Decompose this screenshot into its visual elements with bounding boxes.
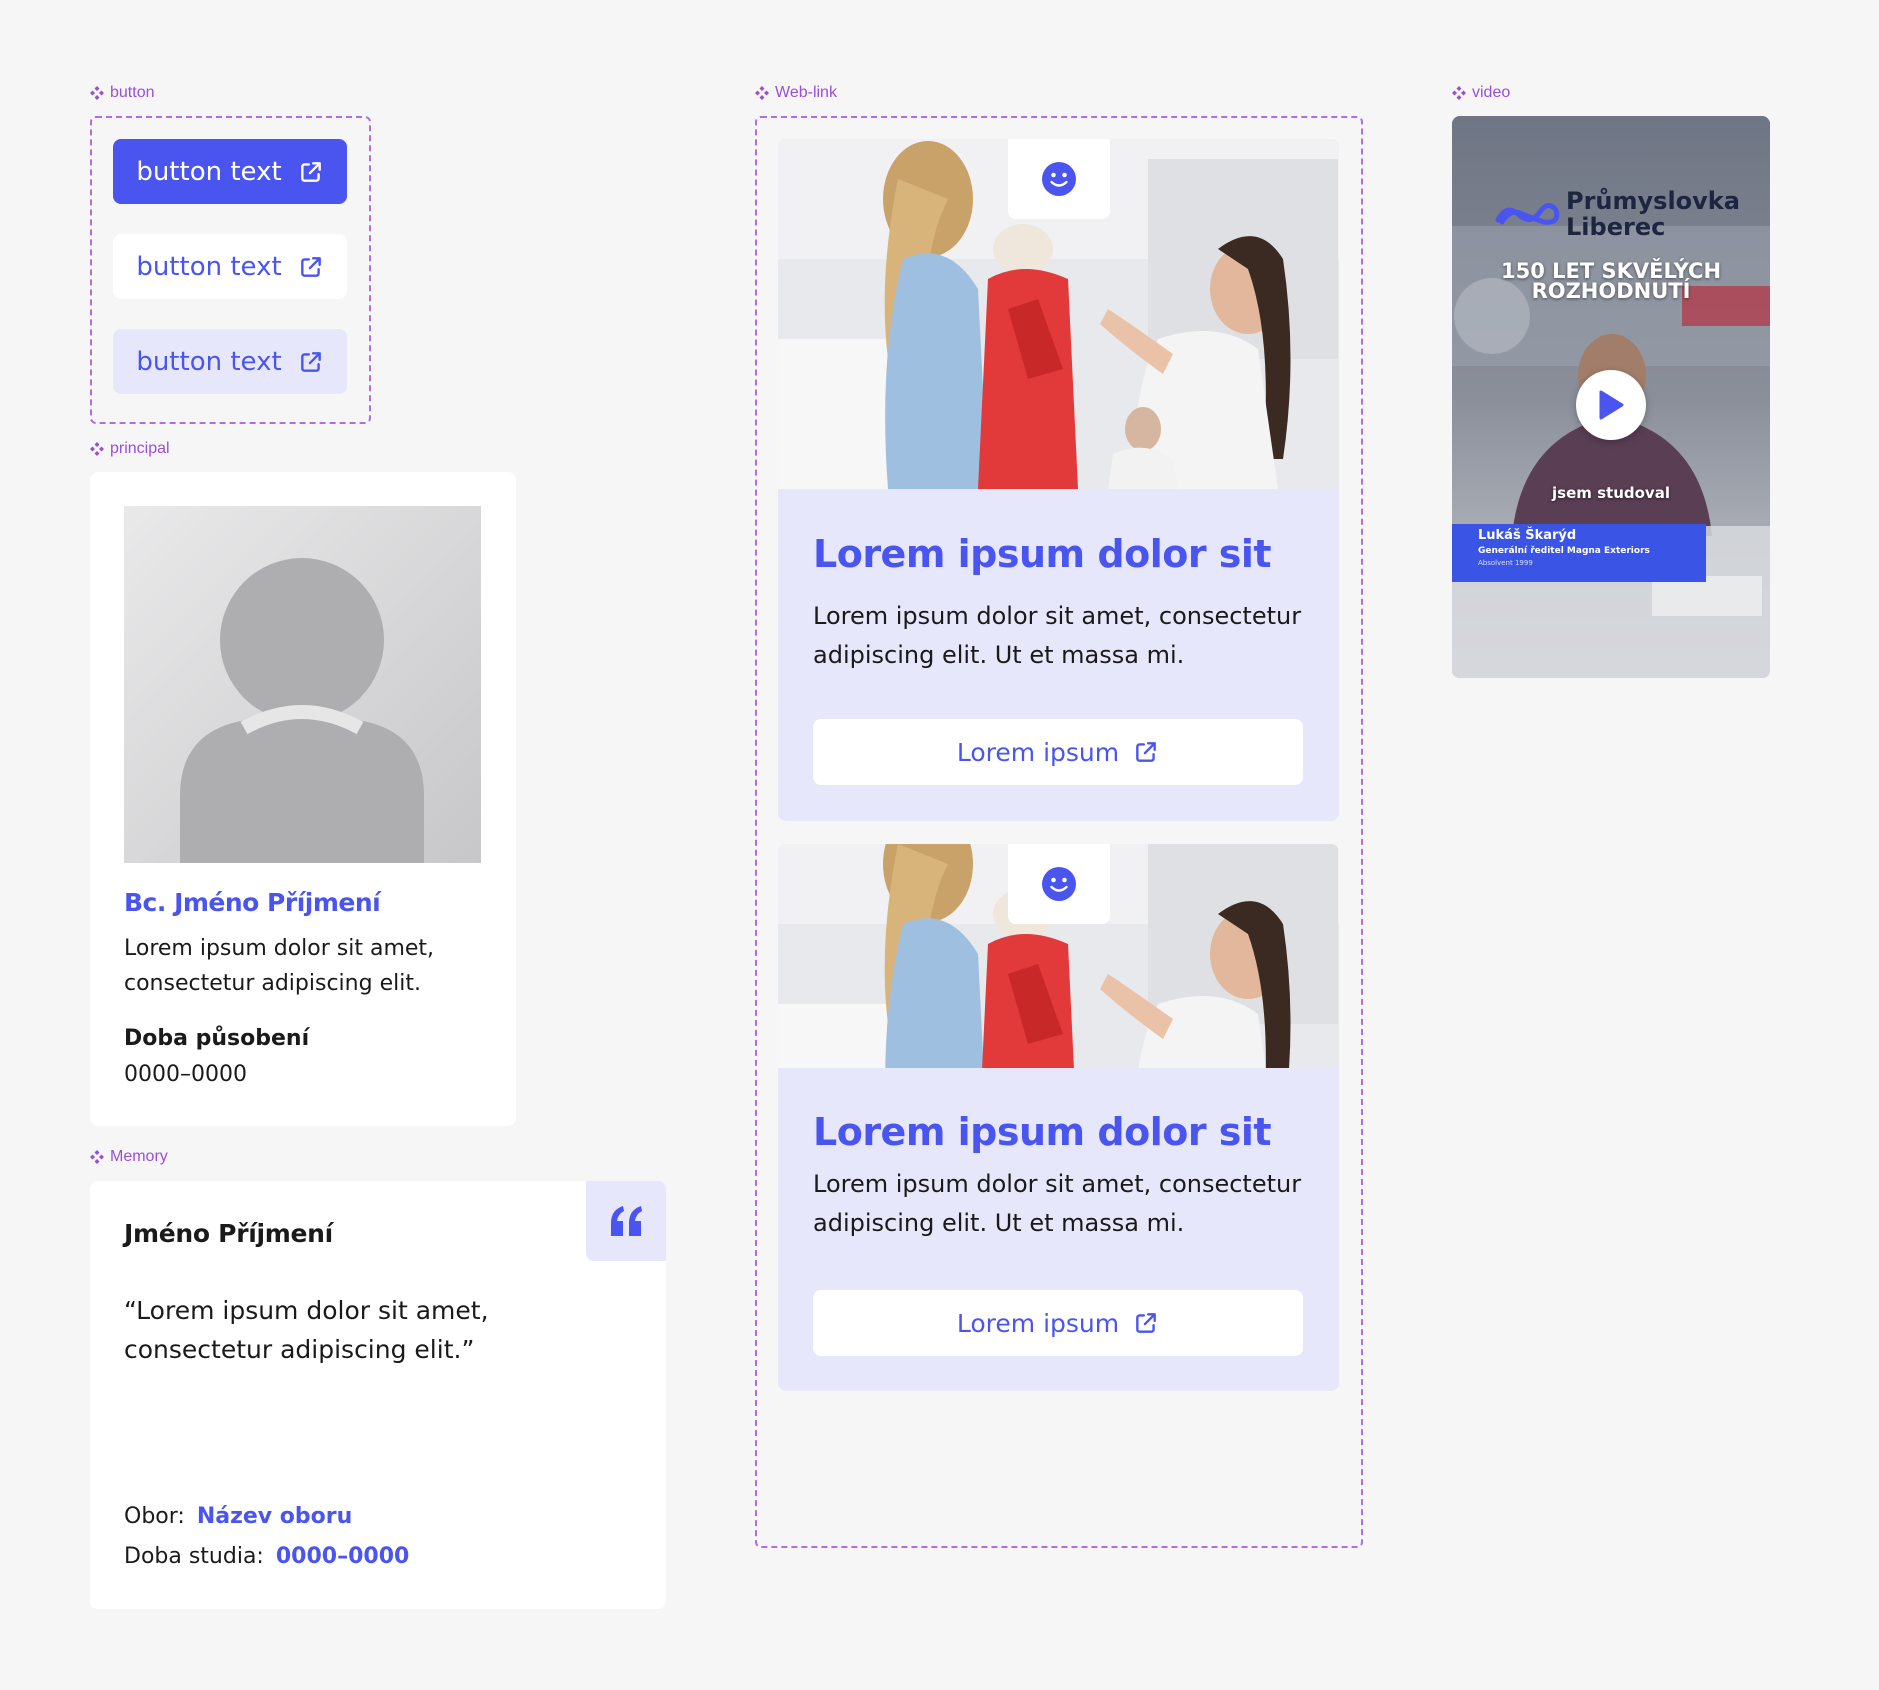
component-label-button: button — [90, 84, 154, 102]
component-label-text: Memory — [110, 1148, 168, 1165]
button-label: Lorem ipsum — [956, 737, 1120, 767]
weblink-card: Lorem ipsum dolor sit Lorem ipsum dolor … — [778, 844, 1339, 1391]
weblink-text: Lorem ipsum dolor sit amet, consectetur … — [813, 602, 1302, 669]
infinity-logo-icon — [1495, 203, 1560, 225]
memory-card: Jméno Příjmení “Lorem ipsum dolor sit am… — [90, 1181, 666, 1609]
tenure-label: Doba působení — [124, 1026, 310, 1051]
weblink-button[interactable]: Lorem ipsum — [813, 719, 1303, 785]
smile-badge — [1008, 139, 1110, 219]
memory-name: Jméno Příjmení — [124, 1219, 333, 1248]
weblink-title: Lorem ipsum dolor sit — [813, 1110, 1272, 1154]
external-link-icon — [1133, 739, 1159, 765]
field-label: Obor: — [124, 1504, 185, 1529]
external-link-icon — [298, 254, 324, 280]
study-value: 0000–0000 — [275, 1544, 410, 1569]
person-note: Absolvent 1999 — [1478, 559, 1533, 567]
component-label-video: video — [1452, 84, 1510, 102]
video-player[interactable]: Průmyslovka Liberec 150 LET SKVĚLÝCH ROZ… — [1452, 116, 1770, 678]
headline-line2: ROZHODNUTÍ — [1531, 279, 1691, 303]
field-row: Obor: Název oboru — [124, 1504, 352, 1529]
weblink-button[interactable]: Lorem ipsum — [813, 1290, 1303, 1356]
quote-badge — [586, 1181, 666, 1261]
component-label-text: principal — [110, 440, 170, 457]
component-diamond-icon — [90, 86, 104, 100]
study-row: Doba studia: 0000–0000 — [124, 1544, 409, 1569]
smile-icon — [1042, 162, 1076, 196]
video-subtitle: jsem studoval — [1552, 484, 1670, 502]
component-diamond-icon — [755, 86, 769, 100]
smile-badge — [1008, 844, 1110, 924]
play-icon — [1599, 390, 1624, 420]
weblink-text: Lorem ipsum dolor sit amet, consectetur … — [813, 1170, 1302, 1237]
primary-button[interactable]: button text — [113, 139, 347, 204]
principal-card: Bc. Jméno Příjmení Lorem ipsum dolor sit… — [90, 472, 516, 1126]
component-label-weblink: Web-link — [755, 84, 837, 102]
person-name: Lukáš Škarýd — [1478, 528, 1577, 543]
video-brand: Průmyslovka Liberec — [1492, 188, 1740, 240]
button-label: button text — [136, 251, 282, 282]
principal-name: Bc. Jméno Příjmení — [124, 888, 381, 917]
person-icon — [180, 558, 424, 863]
component-diamond-icon — [90, 1150, 104, 1164]
smile-icon — [1042, 867, 1076, 901]
external-link-icon — [298, 159, 324, 185]
lower-third: Lukáš Škarýd Generální ředitel Magna Ext… — [1452, 524, 1706, 582]
component-label-memory: Memory — [90, 1148, 168, 1166]
headline-line1: 150 LET SKVĚLÝCH — [1500, 259, 1722, 283]
weblink-title: Lorem ipsum dolor sit — [813, 532, 1272, 576]
button-label: button text — [136, 156, 282, 187]
video-headline: 150 LET SKVĚLÝCH ROZHODNUTÍ — [1452, 259, 1770, 303]
component-diamond-icon — [90, 442, 104, 456]
field-value: Název oboru — [196, 1504, 353, 1529]
weblink-card: Lorem ipsum dolor sit Lorem ipsum dolor … — [778, 139, 1339, 821]
principal-description: Lorem ipsum dolor sit amet, consectetur … — [124, 936, 435, 996]
component-label-text: button — [110, 84, 155, 101]
brand-line1: Průmyslovka — [1566, 187, 1740, 215]
button-label: Lorem ipsum — [956, 1308, 1120, 1338]
brand-line2: Liberec — [1566, 213, 1666, 241]
external-link-icon — [298, 349, 324, 375]
secondary-button[interactable]: button text — [113, 234, 347, 299]
memory-quote: “Lorem ipsum dolor sit amet, consectetur… — [124, 1296, 489, 1364]
component-diamond-icon — [1452, 86, 1466, 100]
external-link-icon — [1133, 1310, 1159, 1336]
tenure-value: 0000–0000 — [124, 1062, 247, 1087]
play-button[interactable] — [1576, 370, 1646, 440]
component-label-text: Web-link — [775, 84, 837, 101]
quote-icon — [611, 1206, 642, 1236]
study-label: Doba studia: — [124, 1544, 264, 1569]
avatar-placeholder — [124, 506, 481, 863]
tertiary-button[interactable]: button text — [113, 329, 347, 394]
button-label: button text — [136, 346, 282, 377]
person-role: Generální ředitel Magna Exteriors — [1478, 546, 1650, 556]
component-label-principal: principal — [90, 440, 170, 458]
component-label-text: video — [1472, 84, 1511, 101]
